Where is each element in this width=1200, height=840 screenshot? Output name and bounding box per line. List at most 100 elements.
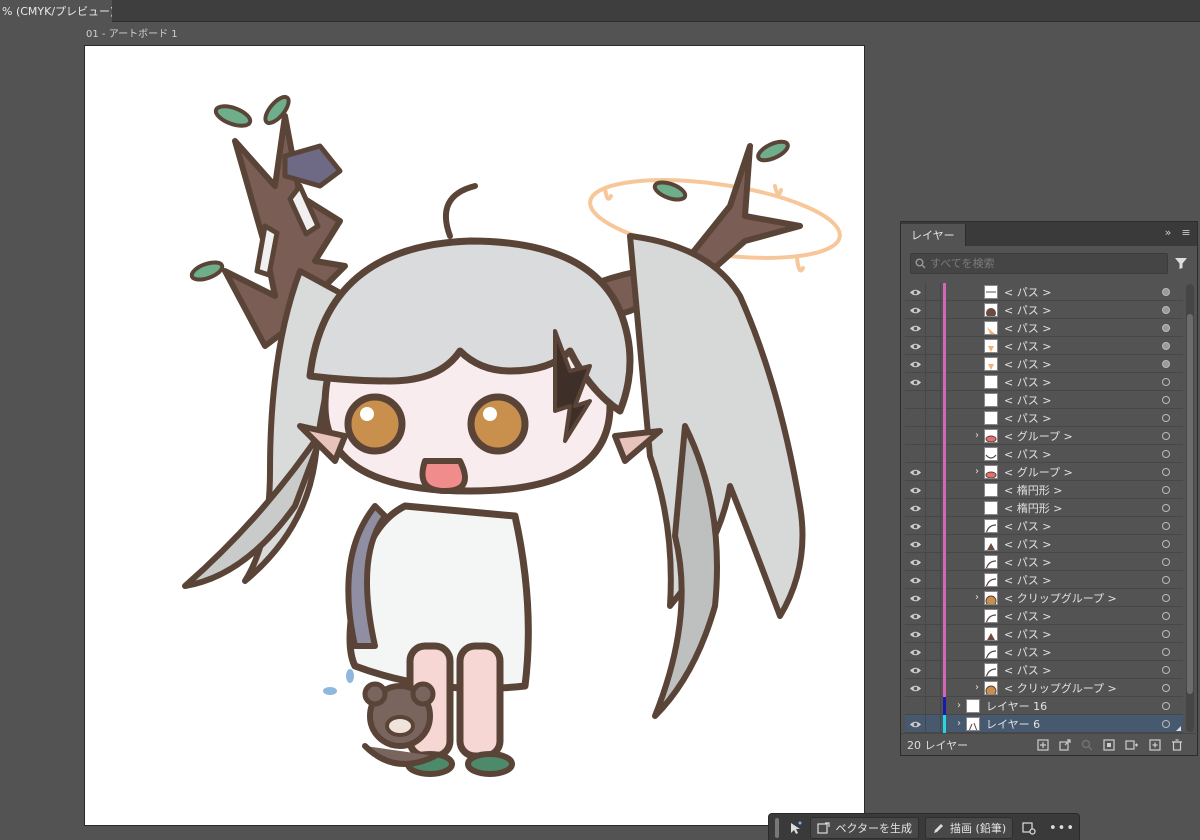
layer-row[interactable]: < パス > [905, 552, 1183, 571]
layer-row[interactable]: › レイヤー 6 [905, 714, 1183, 733]
target-circle-icon[interactable] [1162, 414, 1170, 422]
visibility-toggle[interactable] [905, 283, 925, 301]
locate-object-icon[interactable] [1081, 739, 1093, 751]
layers-scrollbar[interactable] [1186, 284, 1194, 732]
lock-toggle[interactable] [925, 570, 941, 589]
target-circle-icon[interactable] [1162, 378, 1170, 386]
visibility-toggle[interactable] [905, 570, 925, 589]
layer-row[interactable]: < 楕円形 > [905, 480, 1183, 499]
target-circle-icon[interactable] [1162, 522, 1170, 530]
lock-toggle[interactable] [925, 606, 941, 625]
visibility-toggle[interactable] [905, 588, 925, 607]
target-circle-icon[interactable] [1162, 576, 1170, 584]
visibility-toggle[interactable] [905, 300, 925, 319]
expand-chevron-icon[interactable]: › [970, 430, 984, 441]
lock-toggle[interactable] [925, 552, 941, 571]
target-circle-icon[interactable] [1162, 594, 1170, 602]
visibility-toggle[interactable] [905, 606, 925, 625]
visibility-toggle[interactable] [905, 714, 925, 733]
visibility-toggle[interactable] [905, 462, 925, 481]
layer-row[interactable]: < パス > [905, 660, 1183, 679]
target-circle-icon[interactable] [1162, 306, 1170, 314]
target-circle-icon[interactable] [1162, 540, 1170, 548]
expand-chevron-icon[interactable]: › [952, 718, 966, 729]
lock-toggle[interactable] [925, 283, 941, 301]
lock-toggle[interactable] [925, 660, 941, 679]
target-circle-icon[interactable] [1162, 468, 1170, 476]
visibility-toggle[interactable] [905, 498, 925, 517]
target-circle-icon[interactable] [1162, 432, 1170, 440]
visibility-toggle[interactable] [905, 318, 925, 337]
lock-toggle[interactable] [925, 300, 941, 319]
target-circle-icon[interactable] [1162, 450, 1170, 458]
lock-toggle[interactable] [925, 390, 941, 409]
target-circle-icon[interactable] [1162, 486, 1170, 494]
layer-row[interactable]: › < グループ > [905, 426, 1183, 445]
expand-chevron-icon[interactable]: › [970, 592, 984, 603]
collect-export-icon[interactable] [1037, 738, 1049, 751]
lock-toggle[interactable] [925, 444, 941, 463]
new-sublayer-icon[interactable] [1125, 739, 1139, 751]
layers-scrollbar-thumb[interactable] [1187, 314, 1193, 694]
visibility-toggle[interactable] [905, 642, 925, 661]
target-circle-icon[interactable] [1162, 288, 1170, 296]
artboard-canvas[interactable] [84, 45, 865, 826]
expand-chevron-icon[interactable]: › [952, 700, 966, 711]
export-icon[interactable] [1059, 738, 1071, 751]
target-circle-icon[interactable] [1162, 648, 1170, 656]
clipping-mask-icon[interactable] [1103, 738, 1115, 751]
visibility-toggle[interactable] [905, 336, 925, 355]
layer-row[interactable]: < パス > [905, 606, 1183, 625]
lock-toggle[interactable] [925, 408, 941, 427]
layers-search-input[interactable] [930, 256, 1160, 270]
filter-icon[interactable] [1174, 256, 1188, 270]
lock-toggle[interactable] [925, 318, 941, 337]
lock-toggle[interactable] [925, 696, 941, 715]
layer-row[interactable]: < パス > [905, 318, 1183, 337]
target-circle-icon[interactable] [1162, 666, 1170, 674]
target-circle-icon[interactable] [1162, 720, 1170, 728]
lock-toggle[interactable] [925, 516, 941, 535]
lock-toggle[interactable] [925, 678, 941, 697]
visibility-toggle[interactable] [905, 372, 925, 391]
document-tab[interactable]: % (CMYK/プレビュー) × [0, 0, 112, 22]
target-circle-icon[interactable] [1162, 360, 1170, 368]
target-circle-icon[interactable] [1162, 702, 1170, 710]
layer-row[interactable]: < パス > [905, 283, 1183, 301]
lock-toggle[interactable] [925, 480, 941, 499]
target-circle-icon[interactable] [1162, 324, 1170, 332]
target-circle-icon[interactable] [1162, 396, 1170, 404]
visibility-toggle[interactable] [905, 534, 925, 553]
trash-icon[interactable] [1171, 738, 1183, 751]
lock-toggle[interactable] [925, 462, 941, 481]
target-circle-icon[interactable] [1162, 504, 1170, 512]
layer-row[interactable]: < パス > [905, 516, 1183, 535]
layer-row[interactable]: < パス > [905, 624, 1183, 643]
layer-row[interactable]: < パス > [905, 336, 1183, 355]
target-circle-icon[interactable] [1162, 684, 1170, 692]
lock-toggle[interactable] [925, 714, 941, 733]
collapse-panel-icon[interactable]: » [1161, 226, 1175, 239]
visibility-toggle[interactable] [905, 516, 925, 535]
visibility-toggle[interactable] [905, 354, 925, 373]
layers-tab[interactable]: レイヤー [901, 224, 966, 246]
more-options-icon[interactable]: ••• [1045, 821, 1079, 836]
visibility-toggle[interactable] [905, 678, 925, 697]
layer-row[interactable]: › < クリップグループ > [905, 678, 1183, 697]
generate-vector-button[interactable]: ベクターを生成 [810, 817, 920, 839]
lock-toggle[interactable] [925, 534, 941, 553]
layer-row[interactable]: < パス > [905, 642, 1183, 661]
lock-toggle[interactable] [925, 336, 941, 355]
visibility-toggle[interactable] [905, 624, 925, 643]
select-magic-icon[interactable] [785, 817, 805, 839]
lock-toggle[interactable] [925, 354, 941, 373]
panel-menu-icon[interactable]: ≡ [1179, 226, 1193, 239]
layer-row[interactable]: < パス > [905, 390, 1183, 409]
layer-row[interactable]: < パス > [905, 570, 1183, 589]
layer-row[interactable]: < パス > [905, 444, 1183, 463]
lock-toggle[interactable] [925, 588, 941, 607]
lock-toggle[interactable] [925, 624, 941, 643]
layer-row[interactable]: < 楕円形 > [905, 498, 1183, 517]
layer-row[interactable]: < パス > [905, 354, 1183, 373]
layer-row[interactable]: < パス > [905, 534, 1183, 553]
